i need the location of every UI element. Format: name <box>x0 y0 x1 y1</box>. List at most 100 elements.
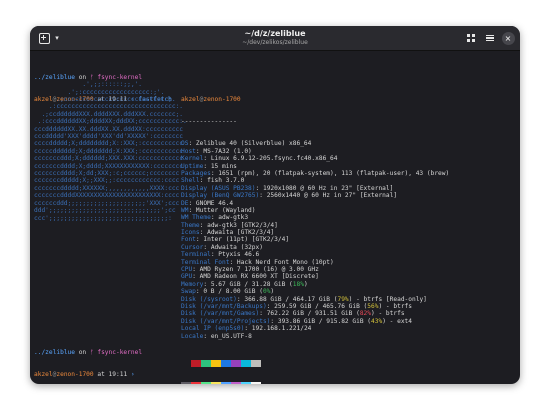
info-row: Shell: fish 3.7.0 <box>181 177 449 184</box>
info-sep: : <box>259 192 267 200</box>
info-after: ) <box>270 288 275 296</box>
info-key: Disk (/var/mnt/Projects) <box>181 317 271 325</box>
color-swatch <box>221 381 231 384</box>
info-value: 15 mins <box>210 162 237 170</box>
color-swatch <box>211 359 221 367</box>
info-key: Font <box>181 236 196 244</box>
tab-overview-button[interactable] <box>464 30 478 46</box>
info-value: AMD Ryzen 7 1700 (16) @ 3.00 GHz <box>199 266 319 274</box>
info-value: GNOME 46.4 <box>195 199 234 207</box>
logo-line: ccccddddd;X;dddddddd;X::XXX;:ccccccccccc <box>34 140 184 148</box>
logo-line: cccccccdddd;X;dddd;XXXXXXXXXXXX:cccccccc <box>34 162 184 170</box>
info-row: CPU: AMD Ryzen 7 1700 (16) @ 3.00 GHz <box>181 266 449 273</box>
info-value: Adwaita (32px) <box>210 243 263 251</box>
grid-icon <box>467 34 475 42</box>
info-sep: : <box>255 184 263 192</box>
info-key: Locale <box>181 332 204 340</box>
info-header: akzel@zenon-1700 <box>181 96 449 103</box>
color-swatch <box>181 359 191 367</box>
logo-line: cccccccddddXXXXXXXXXXXXXXXXXXXXXXX:cccc <box>34 192 180 200</box>
info-value: Adwaita [GTK2/3/4] <box>207 229 275 237</box>
info-sep: : <box>203 332 211 340</box>
info-key: Shell <box>181 177 200 185</box>
info-key: Host <box>181 147 196 155</box>
logo-line: cccddddd'XXX'dddd'XXX'dd'XXXXX':cccccccc <box>34 133 184 141</box>
info-value: adw-gtk3 <box>218 214 249 222</box>
color-swatch <box>191 381 201 384</box>
info-key: Terminal Font <box>181 258 230 266</box>
info-row: DE: GNOME 46.4 <box>181 200 449 207</box>
info-row: GPU: AMD Radeon RX 6600 XT [Discrete] <box>181 273 449 280</box>
logo-line: .;ccddddddXXX.ddddXXX.dddXXX.ccccccc;. <box>34 110 184 118</box>
main-menu-button[interactable] <box>483 30 497 46</box>
info-row: Display (BenQ GW2765): 2560x1440 @ 60 Hz… <box>181 192 449 199</box>
info-value: 1920x1080 @ 60 Hz in 23" [External] <box>262 184 394 192</box>
info-value: 5.67 GiB / 31.28 GiB ( <box>210 280 293 288</box>
info-row: Uptime: 15 mins <box>181 163 449 170</box>
logo-line: cccccdddddd;X;ddddddd;X:XXX;:ccccccccccc <box>34 147 184 155</box>
info-row: Disk (/var/mnt/Games): 762.22 GiB / 931.… <box>181 310 449 317</box>
logo-line: .',;;::::::;;,'. <box>34 81 143 89</box>
info-value: Hack Nerd Font Mono (10pt) <box>236 258 334 266</box>
info-key: GPU <box>181 273 193 281</box>
logo-line: ddd';;;;;;;;;;;;;;;;;;;;;;;;;;;;;;';cc <box>34 207 176 215</box>
info-row: WM Theme: adw-gtk3 <box>181 214 449 221</box>
info-row: Disk (/sysroot): 366.88 GiB / 464.17 GiB… <box>181 296 449 303</box>
info-value: 0 B / 8.00 GiB ( <box>203 288 263 296</box>
color-swatch <box>201 381 211 384</box>
prompt-line-2: akzel@zenon-1700 at 19:11 › <box>34 371 142 378</box>
info-key: Theme <box>181 221 200 229</box>
info-key: WM Theme <box>181 214 211 222</box>
info-key: Disk (/var/mnt/Backups) <box>181 303 267 310</box>
info-sep: : <box>244 325 252 333</box>
info-user: akzel <box>181 96 200 103</box>
info-key: Display (ASUS PB238) <box>181 184 256 192</box>
prompt-host: zenon-1700 <box>56 371 94 379</box>
fastfetch-info: akzel@zenon-1700 --------------- OS: Zel… <box>181 81 449 384</box>
info-percent: 82% <box>359 310 372 318</box>
info-sep: : <box>229 258 237 266</box>
info-key: Local IP (enp5s0) <box>181 325 245 333</box>
info-row: Memory: 5.67 GiB / 31.28 GiB (18%) <box>181 281 449 288</box>
window-title: ~/d/z/zeliblue <box>244 29 306 38</box>
branch-icon: ᚠ <box>89 348 94 356</box>
info-row: Terminal: Ptyxis 46.6 <box>181 251 449 258</box>
info-row: Host: MS-7A32 (1.0) <box>181 148 449 155</box>
info-row: Icons: Adwaita [GTK2/3/4] <box>181 229 449 236</box>
terminal-content[interactable]: ../zeliblue on ᚠ fsync-kernel akzel@zeno… <box>34 59 516 384</box>
color-swatch <box>221 359 231 367</box>
logo-line: cccddddddXX.XX.dddXX.XX.dddXX:cccccccccc <box>34 125 184 133</box>
info-value: 393.86 GiB / 915.82 GiB ( <box>277 317 371 325</box>
info-value: MS-7A32 (1.0) <box>203 147 252 155</box>
info-row: Terminal Font: Hack Nerd Font Mono (10pt… <box>181 259 449 266</box>
info-key: Icons <box>181 229 200 237</box>
logo-line: .:cccccccccccccccccccccccccccccccc:. <box>34 103 184 111</box>
info-percent: 18% <box>292 280 304 288</box>
window-subtitle: ~/dev/zelikos/zeliblue <box>242 39 308 46</box>
logo-line: ccc';;;;;;;;;;;;;;;;;;;;;;;;;;;;;;;;: <box>34 214 172 222</box>
terminal-window: ▾ ~/d/z/zeliblue ~/dev/zelikos/zeliblue … <box>30 26 520 384</box>
info-row: OS: Zeliblue 40 (Silverblue) x86_64 <box>181 140 449 147</box>
info-row: Font: Inter (11pt) [GTK2/3/4] <box>181 236 449 243</box>
info-key: Disk (/var/mnt/Games) <box>181 310 260 318</box>
info-row: Disk (/var/mnt/Projects): 393.86 GiB / 9… <box>181 318 449 325</box>
info-row: Kernel: Linux 6.9.12-205.fsync.fc40.x86_… <box>181 155 449 162</box>
info-value: 1651 (rpm), 20 (flatpak-system), 113 (fl… <box>218 169 450 177</box>
info-key: Disk (/sysroot) <box>181 295 237 303</box>
prompt-arrow: › <box>127 371 135 379</box>
info-sep: : <box>192 266 200 274</box>
close-button[interactable]: × <box>501 30 515 46</box>
info-percent: 43% <box>371 317 383 325</box>
logo-line: cccccccddddd;XXXXXX;,,,,,,,,,,,XXXX:ccc <box>34 184 180 192</box>
prompt-on: on <box>74 73 90 81</box>
prompt-at-time: at <box>93 371 109 379</box>
color-swatch <box>191 359 201 367</box>
info-value: Ptyxis 46.6 <box>218 251 260 259</box>
info-value: Zeliblue 40 (Silverblue) x86_64 <box>195 140 312 148</box>
info-value: fish 3.7.0 <box>207 177 245 185</box>
info-sep: : <box>188 199 196 207</box>
prompt-time: 19:11 <box>108 371 128 379</box>
logo-line: ccccccddd;;;;;;;;;;;;;;;;;;;;;'XXX';ccc <box>34 199 180 207</box>
info-sep: : <box>270 317 278 325</box>
logo-line: cccccccddddd;X;;XXX;;:cccccccccccc:cccc <box>34 177 180 185</box>
